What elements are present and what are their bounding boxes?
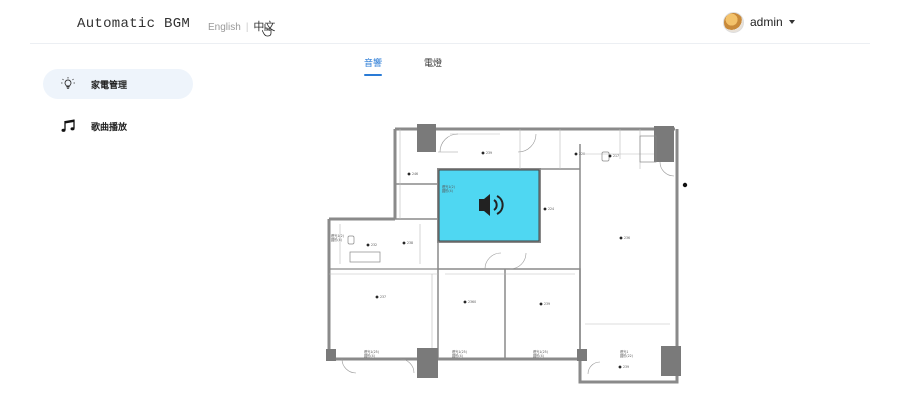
device-marker-label: 220 xyxy=(579,152,585,156)
sidebar-item-label: 家電管理 xyxy=(91,79,128,90)
active-tab-indicator xyxy=(364,74,382,76)
device-marker[interactable]: 237 xyxy=(375,295,386,299)
device-marker-label: 236 xyxy=(624,236,630,240)
music-note-icon xyxy=(60,118,76,134)
walls xyxy=(327,127,679,384)
device-marker[interactable]: 239 xyxy=(481,151,492,155)
device-marker[interactable]: 2360 xyxy=(463,300,476,304)
header-divider xyxy=(30,43,870,44)
room-tag: 圓形(22) xyxy=(620,353,633,358)
device-marker-label: 224 xyxy=(548,207,554,211)
lightbulb-icon xyxy=(60,76,76,92)
chevron-down-icon[interactable] xyxy=(788,20,795,24)
fan-icon xyxy=(543,207,547,211)
sidebar-item-label: 歌曲播放 xyxy=(91,121,128,132)
sidebar-nav: 家電管理 歌曲播放 xyxy=(43,69,193,153)
fan-icon xyxy=(481,151,485,155)
device-marker-label: 2360 xyxy=(468,300,476,304)
fan-icon xyxy=(463,300,467,304)
fan-icon xyxy=(619,236,623,240)
lang-separator: | xyxy=(245,22,249,33)
floorplan-svg: 燈光1(2) 圓形(4) 燈光1(2) 圓形(4) 燈光1(25) 圓形(4) … xyxy=(326,124,688,384)
room-tag: 圓形(4) xyxy=(331,237,342,242)
device-marker[interactable]: 246 xyxy=(407,172,418,176)
fan-icon xyxy=(366,243,370,247)
device-marker-label: 237 xyxy=(380,295,386,299)
fan-icon xyxy=(407,172,411,176)
device-marker-label: 239 xyxy=(544,302,550,306)
device-marker-label: 239 xyxy=(486,151,492,155)
room-tag: 圓形(4) xyxy=(452,353,463,358)
device-marker[interactable]: 236 xyxy=(619,236,630,240)
lang-english-link[interactable]: English xyxy=(208,22,241,33)
device-marker-label: 246 xyxy=(412,172,418,176)
fan-icon xyxy=(375,295,379,299)
device-marker-label: 238 xyxy=(407,241,413,245)
sidebar-item-appliance-management[interactable]: 家電管理 xyxy=(43,69,193,99)
device-marker[interactable]: 224 xyxy=(543,207,554,211)
device-marker[interactable]: 232 xyxy=(366,243,377,247)
fan-icon xyxy=(618,365,622,369)
sidebar-item-song-playback[interactable]: 歌曲播放 xyxy=(43,111,193,141)
room-tag: 圓形(4) xyxy=(533,353,544,358)
fan-icon xyxy=(539,302,543,306)
tab-audio[interactable]: 音響 xyxy=(360,56,386,69)
pillars xyxy=(326,124,688,378)
device-marker[interactable]: 239 xyxy=(618,365,629,369)
device-marker[interactable]: 239 xyxy=(539,302,550,306)
device-marker[interactable]: 217 xyxy=(608,154,619,158)
user-menu[interactable]: admin xyxy=(723,11,795,33)
room-tag: 圓形(4) xyxy=(442,188,453,193)
tab-lights[interactable]: 電燈 xyxy=(420,56,446,69)
floorplan: 燈光1(2) 圓形(4) 燈光1(2) 圓形(4) 燈光1(25) 圓形(4) … xyxy=(320,124,690,386)
device-marker[interactable]: 220 xyxy=(574,152,585,156)
device-marker-label: 239 xyxy=(623,365,629,369)
device-marker[interactable]: 238 xyxy=(402,241,413,245)
room-tag: 圓形(4) xyxy=(364,353,375,358)
hand-cursor-icon xyxy=(262,24,272,37)
device-marker-label: 217 xyxy=(613,154,619,158)
avatar[interactable] xyxy=(723,11,744,33)
top-header: Automatic BGM English | 中文 admin xyxy=(0,0,900,44)
device-marker-label: 232 xyxy=(371,243,377,247)
brand-title[interactable]: Automatic BGM xyxy=(77,16,190,32)
user-name[interactable]: admin xyxy=(750,15,783,29)
fan-icon xyxy=(574,152,578,156)
fan-icon xyxy=(402,241,406,245)
